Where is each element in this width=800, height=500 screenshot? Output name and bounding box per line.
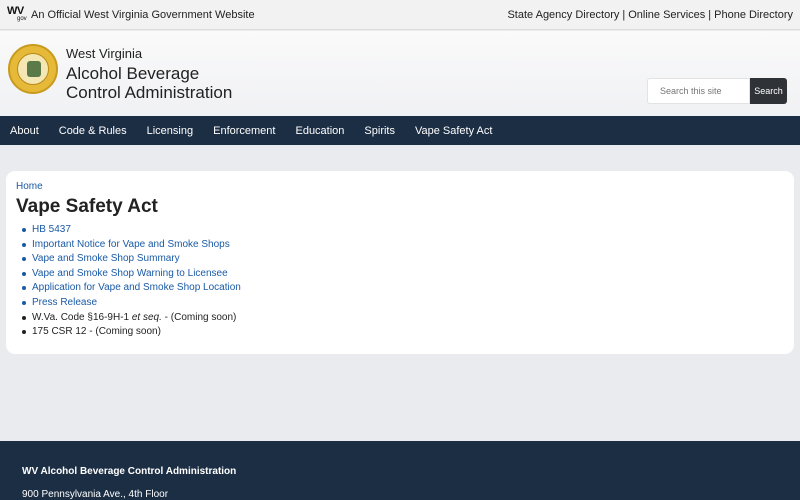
page-title: Vape Safety Act: [16, 196, 158, 217]
gov-logo-text: gov: [17, 16, 27, 22]
list-item: Application for Vape and Smoke Shop Loca…: [22, 281, 241, 296]
gov-bar: WV gov An Official West Virginia Governm…: [0, 0, 800, 30]
nav-item-education[interactable]: Education: [295, 125, 344, 137]
important-notice-link[interactable]: Important Notice for Vape and Smoke Shop…: [32, 239, 230, 250]
list-item: Vape and Smoke Shop Summary: [22, 252, 241, 267]
wv-gov-logo[interactable]: WV gov: [7, 6, 27, 24]
application-link[interactable]: Application for Vape and Smoke Shop Loca…: [32, 282, 241, 293]
gov-links: State Agency Directory | Online Services…: [507, 9, 793, 21]
list-item: Important Notice for Vape and Smoke Shop…: [22, 238, 241, 253]
nav-item-about[interactable]: About: [10, 125, 39, 137]
document-list: HB 5437 Important Notice for Vape and Sm…: [22, 223, 241, 340]
code-item-suffix: - (Coming soon): [161, 311, 237, 323]
nav-item-spirits[interactable]: Spirits: [364, 125, 395, 137]
state-agency-directory-link[interactable]: State Agency Directory: [507, 9, 619, 21]
list-item: W.Va. Code §16-9H-1 et seq. - (Coming so…: [22, 311, 241, 326]
org-name-line2[interactable]: Control Administration: [66, 83, 232, 103]
summary-link[interactable]: Vape and Smoke Shop Summary: [32, 253, 180, 264]
site-header: West Virginia Alcohol Beverage Control A…: [0, 31, 800, 116]
state-seal-logo[interactable]: [8, 44, 58, 94]
content-card: Home Vape Safety Act HB 5437 Important N…: [6, 171, 794, 354]
hb-5437-link[interactable]: HB 5437: [32, 224, 71, 235]
nav-item-enforcement[interactable]: Enforcement: [213, 125, 275, 137]
nav-item-vape-safety-act[interactable]: Vape Safety Act: [415, 125, 492, 137]
separator: |: [708, 9, 712, 21]
separator: |: [622, 9, 626, 21]
code-item-italic: et seq.: [131, 311, 162, 323]
list-item: HB 5437: [22, 223, 241, 238]
nav-item-licensing[interactable]: Licensing: [147, 125, 193, 137]
official-website-text: An Official West Virginia Government Web…: [31, 9, 255, 21]
code-item-text: W.Va. Code §16-9H-1 et seq. - (Coming so…: [32, 312, 236, 323]
main-nav: About Code & Rules Licensing Enforcement…: [0, 116, 800, 145]
online-services-link[interactable]: Online Services: [628, 9, 705, 21]
seal-inner: [17, 53, 49, 85]
search-input[interactable]: [647, 78, 750, 104]
footer-address: 900 Pennsylvania Ave., 4th Floor: [22, 489, 169, 500]
list-item: 175 CSR 12 - (Coming soon): [22, 325, 241, 340]
code-item-prefix: W.Va. Code §16-9H-1: [32, 311, 132, 323]
breadcrumb-home[interactable]: Home: [16, 181, 43, 192]
org-name-line1[interactable]: Alcohol Beverage: [66, 64, 199, 84]
press-release-link[interactable]: Press Release: [32, 297, 97, 308]
org-state-name[interactable]: West Virginia: [66, 46, 142, 61]
list-item: Vape and Smoke Shop Warning to Licensee: [22, 267, 241, 282]
warning-to-licensee-link[interactable]: Vape and Smoke Shop Warning to Licensee: [32, 268, 228, 279]
nav-item-code-rules[interactable]: Code & Rules: [59, 125, 127, 137]
seal-figure: [27, 61, 41, 77]
csr-item-text: 175 CSR 12 - (Coming soon): [32, 326, 161, 338]
footer-title: WV Alcohol Beverage Control Administrati…: [22, 466, 237, 477]
site-footer: WV Alcohol Beverage Control Administrati…: [0, 441, 800, 500]
list-item: Press Release: [22, 296, 241, 311]
search-button[interactable]: Search: [750, 78, 787, 104]
phone-directory-link[interactable]: Phone Directory: [714, 9, 793, 21]
